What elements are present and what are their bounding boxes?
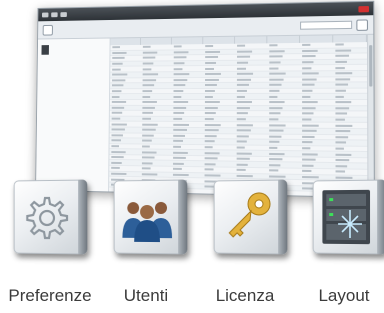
scroll-thumb[interactable] (369, 45, 373, 87)
license-tile[interactable] (213, 179, 288, 255)
document-icon[interactable] (42, 24, 53, 36)
back-button[interactable] (41, 12, 49, 18)
file-icon (41, 45, 49, 55)
left-panel (36, 38, 111, 193)
table-body (109, 42, 367, 193)
key-icon (219, 186, 275, 247)
filter-icon[interactable] (356, 18, 369, 31)
users-label: Utenti (123, 286, 169, 305)
users-icon (122, 201, 173, 243)
home-button[interactable] (60, 12, 67, 18)
forward-button[interactable] (51, 12, 58, 18)
gear-icon (19, 186, 75, 247)
preferences-label: Preferenze (8, 286, 92, 305)
layout-tile[interactable] (312, 179, 384, 255)
layout-label: Layout (318, 286, 370, 305)
panel-paragraph-1 (41, 59, 105, 60)
data-table (109, 34, 367, 198)
panel-paragraph-2 (41, 59, 105, 60)
license-label: Licenza (215, 286, 275, 305)
close-button[interactable] (358, 5, 370, 12)
server-rack-icon (322, 189, 371, 245)
app-window (35, 0, 375, 199)
preferences-tile[interactable] (13, 179, 88, 255)
users-tile[interactable] (113, 179, 188, 255)
vertical-scrollbar[interactable] (366, 34, 374, 199)
search-input[interactable] (300, 20, 353, 30)
